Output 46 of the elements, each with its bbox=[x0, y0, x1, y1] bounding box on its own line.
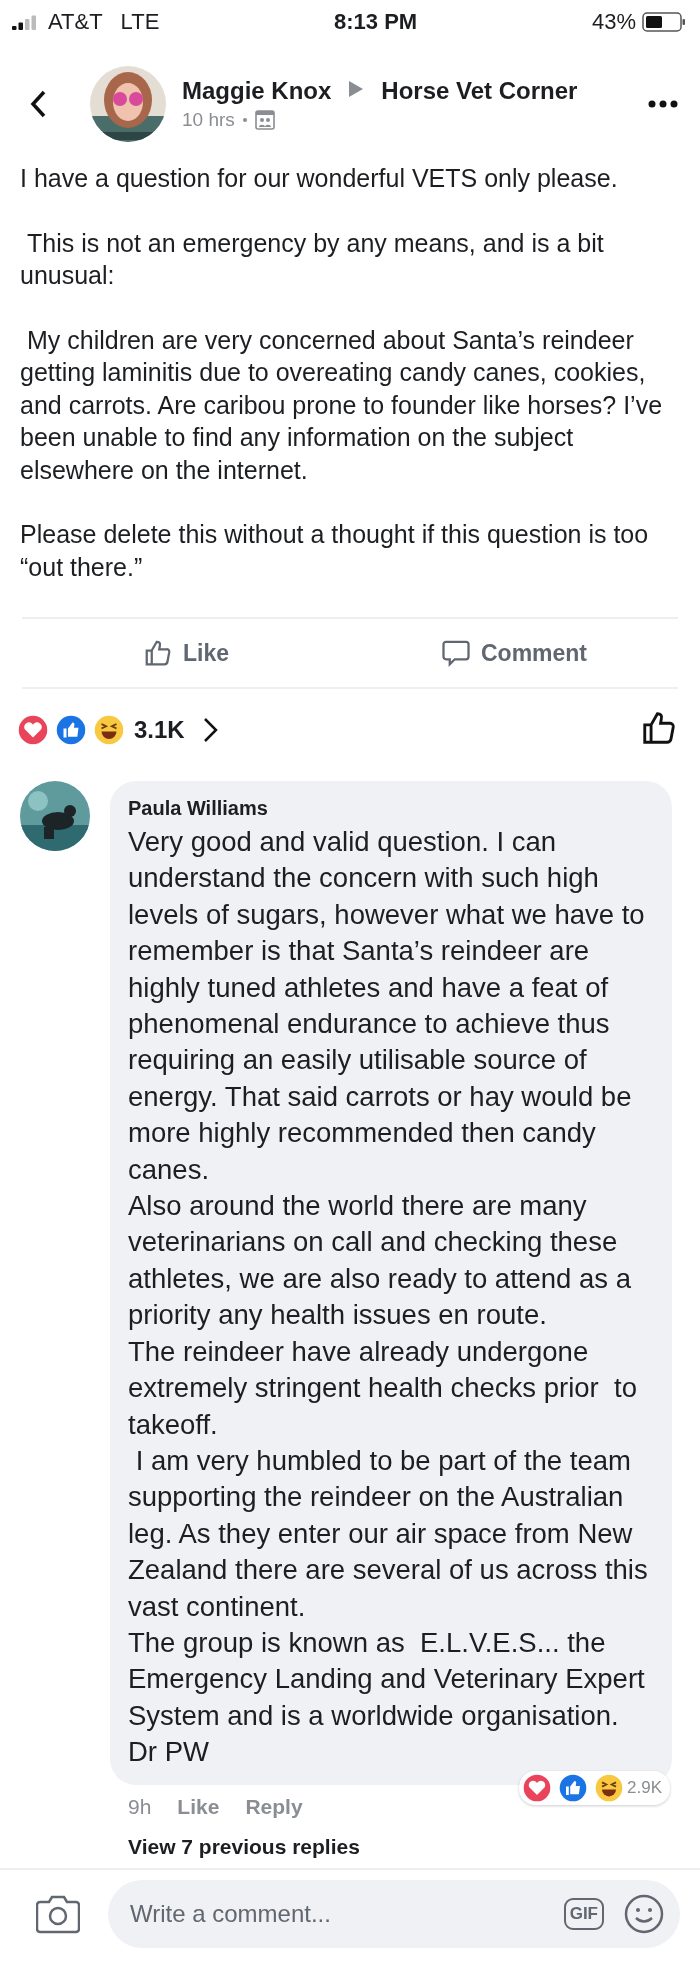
chevron-right-icon[interactable] bbox=[202, 717, 219, 743]
comment-paragraph: Also around the world there are many veterinarians on call and checking these athletes, we are also ready to attend as a priority any health issues en route. bbox=[128, 1189, 632, 1333]
like-reaction-icon bbox=[559, 1773, 587, 1802]
comment-action-link[interactable]: Like bbox=[177, 1794, 220, 1819]
laughing-reaction-icon bbox=[595, 1773, 623, 1802]
battery-icon bbox=[642, 12, 686, 32]
post-paragraph: My children are very concerned about Santa’s reindeer getting laminitis due to overeating candy canes, cookies, and carrots. Are caribou prone to founder like horses? I’ve been unable to find any information on the subject elsewhere on the internet. bbox=[20, 324, 664, 486]
network-label: LTE bbox=[120, 9, 160, 35]
heart-reaction-icon bbox=[18, 715, 48, 745]
camera-icon[interactable] bbox=[36, 1894, 80, 1934]
battery-percentage: 43% bbox=[591, 9, 636, 35]
smiley-icon[interactable] bbox=[624, 1894, 664, 1934]
speech-bubble-icon bbox=[440, 638, 471, 668]
like-button[interactable]: Like bbox=[22, 619, 350, 687]
comment-button[interactable]: Comment bbox=[350, 619, 678, 687]
comment-field[interactable]: Write a comment... GIF bbox=[108, 1880, 680, 1948]
comment-paragraph: Dr PW bbox=[128, 1735, 210, 1770]
view-replies-link[interactable]: View 7 previous replies bbox=[0, 1828, 700, 1859]
reaction-summary[interactable]: 2.9K bbox=[519, 1770, 670, 1805]
author-name[interactable]: Maggie Knox bbox=[182, 77, 332, 105]
reaction-count[interactable]: 3.1K bbox=[134, 716, 185, 744]
dot-separator-icon bbox=[242, 118, 247, 122]
thumbs-up-icon bbox=[640, 709, 678, 747]
thumbs-up-icon bbox=[143, 638, 173, 668]
comment-paragraph: The group is known as E.L.V.E.S... the Emergency Landing and Veterinary Expert System and is a worldwide organisation. bbox=[128, 1625, 646, 1733]
more-options-icon[interactable] bbox=[648, 100, 678, 108]
heart-reaction-icon bbox=[523, 1773, 551, 1802]
comment-action-link[interactable]: Reply bbox=[245, 1794, 303, 1819]
signal-icon bbox=[12, 14, 38, 30]
back-icon[interactable] bbox=[30, 90, 46, 118]
post-time: 10 hrs bbox=[182, 109, 235, 131]
commenter-name[interactable]: Paula Williams bbox=[128, 797, 654, 820]
clock-time: 8:13 PM bbox=[334, 9, 418, 35]
post-paragraph: I have a question for our wonderful VETS only please. bbox=[20, 163, 619, 194]
comment-paragraph: The reindeer have already undergone extremely stringent health checks prior to takeoff. bbox=[128, 1334, 638, 1442]
group-name[interactable]: Horse Vet Corner bbox=[381, 77, 578, 105]
carrier-label: AT&T bbox=[48, 9, 103, 35]
comment-time: 9h bbox=[128, 1794, 152, 1819]
laughing-reaction-icon bbox=[94, 715, 124, 745]
post-paragraph: Please delete this without a thought if this question is too “out there.” bbox=[20, 519, 650, 583]
comment-paragraph: Very good and valid question. I can understand the concern with such high levels of sugars, however what we have to remember is that Santa’s reindeer are highly tuned athletes and have a feat of phenomenal endurance to achieve thus requiring an easily utilisable source of energy. That said carrots or hay would be more highly recommended then candy canes. bbox=[128, 825, 646, 1187]
comment-paragraph: I am very humbled to be part of the team supporting the reindeer on the Australian leg. As they enter our air space from New Zealand there are several of us across this vast continent. bbox=[128, 1443, 648, 1624]
gif-button[interactable]: GIF bbox=[563, 1898, 604, 1930]
group-icon bbox=[254, 110, 275, 130]
post-paragraph: This is not an emergency by any means, and is a bit unusual: bbox=[20, 227, 605, 291]
like-reaction-icon bbox=[56, 715, 86, 745]
